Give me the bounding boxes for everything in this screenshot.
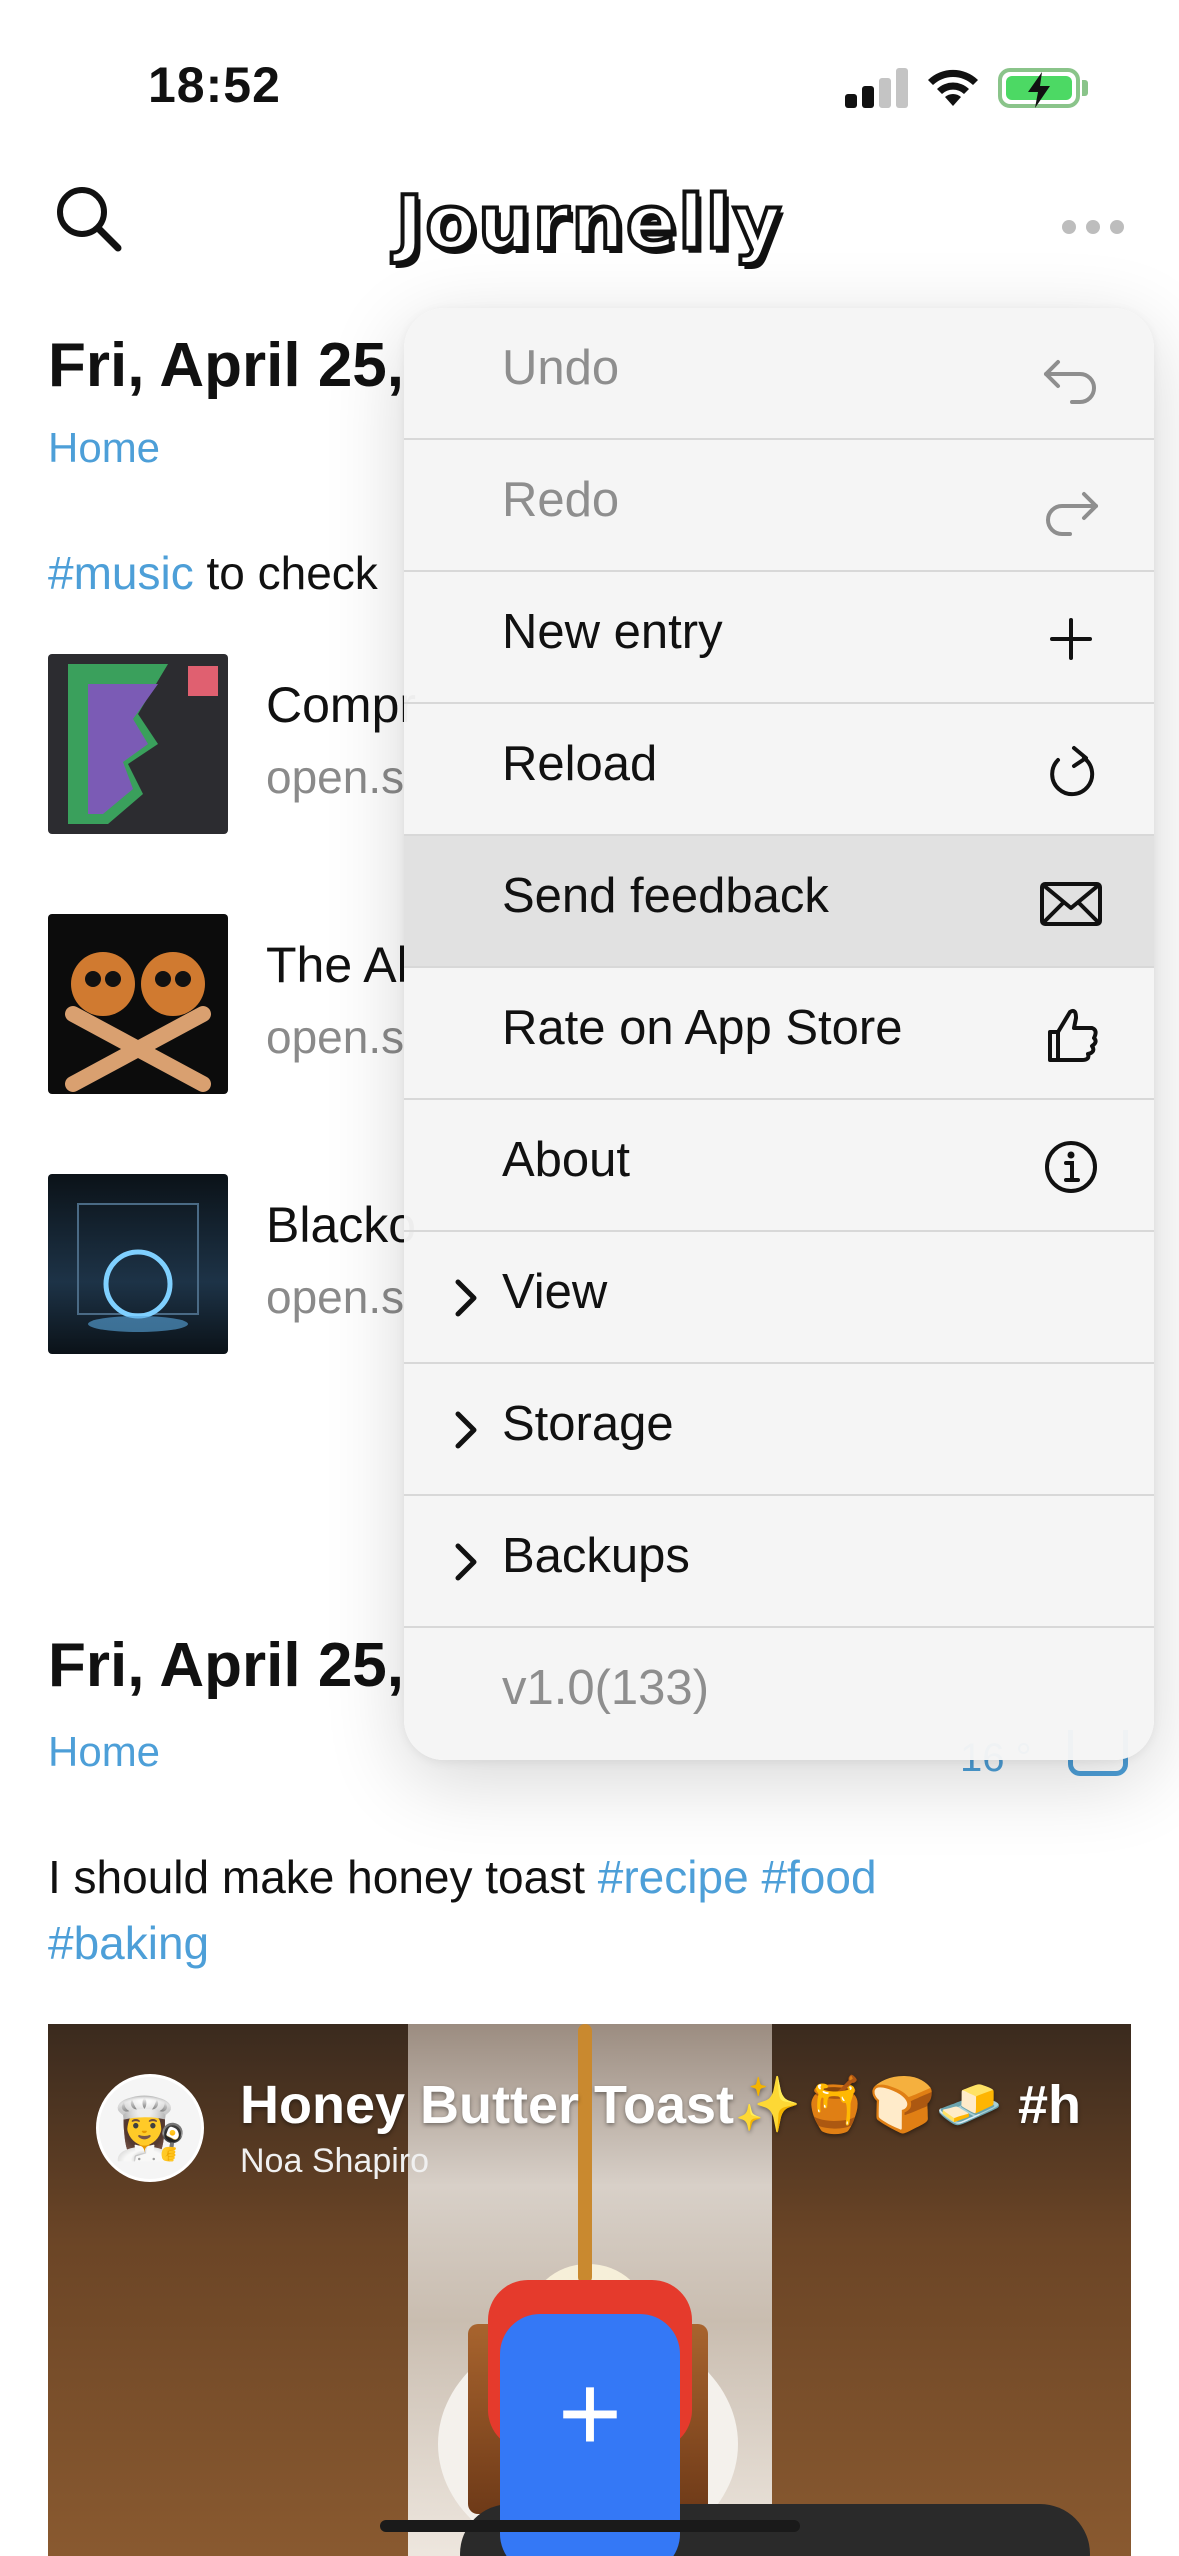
menu-item-send-feedback[interactable]: Send feedback [404,836,1154,968]
link-title: Blacko [266,1197,417,1253]
entry-location[interactable]: Home [48,424,160,472]
menu-item-storage[interactable]: Storage [404,1364,1154,1496]
envelope-icon [1040,882,1102,926]
link-url: open.s [266,1011,405,1063]
video-drizzle [578,2024,592,2284]
entry-date: Fri, April 25, [48,331,405,400]
menu-item-new-entry[interactable]: New entry [404,572,1154,704]
thumbs-up-icon [1048,1008,1098,1062]
entry-text: #music to check [48,540,378,606]
app-version: v1.0(133) [502,1661,710,1715]
menu-item-label: Storage [502,1397,674,1451]
hashtag-baking[interactable]: #baking [48,1917,209,1969]
entry-location[interactable]: Home [48,1728,160,1776]
entry-text: I should make honey toast #recipe #food … [48,1844,877,1976]
status-time: 18:52 [148,57,281,113]
video-title[interactable]: Honey Butter Toast✨🍯🍞🧈 #h [240,2074,1081,2137]
plus-icon [1050,618,1092,660]
entry-text-rest: to check [193,547,378,599]
menu-item-label: View [502,1265,608,1319]
hashtag-food[interactable]: #food [761,1851,876,1903]
album-art-thumbnail [48,1174,228,1354]
more-options-icon[interactable] [1062,220,1124,234]
cellular-signal-icon [845,68,909,108]
app-logo: Journelly [394,178,784,268]
chevron-right-icon [455,1279,477,1317]
channel-avatar[interactable]: 👩‍🍳 [96,2074,204,2182]
menu-item-redo[interactable]: Redo [404,440,1154,572]
overflow-menu: Undo Redo New entry Reload Send feedback [404,308,1154,1760]
menu-item-label: Backups [502,1529,690,1583]
link-url: open.s [266,1271,405,1323]
menu-item-rate-app[interactable]: Rate on App Store [404,968,1154,1100]
entry-date: Fri, April 25, [48,1631,405,1700]
menu-item-backups[interactable]: Backups [404,1496,1154,1628]
battery-tip [1082,80,1088,96]
chevron-right-icon [455,1411,477,1449]
hashtag-recipe[interactable]: #recipe [598,1851,749,1903]
link-title: Compr [266,677,417,733]
hashtag-music[interactable]: #music [48,547,194,599]
menu-item-view[interactable]: View [404,1232,1154,1364]
menu-item-label: Rate on App Store [502,1001,903,1055]
undo-icon [1044,360,1096,404]
album-art-thumbnail [48,914,228,1094]
redo-icon [1046,492,1098,536]
menu-item-label: Redo [502,473,620,527]
link-url: open.s [266,751,405,803]
menu-item-version: v1.0(133) [404,1628,1154,1760]
menu-item-label: New entry [502,605,723,659]
entry-text-plain: I should make honey toast [48,1851,598,1903]
menu-item-about[interactable]: About [404,1100,1154,1232]
wifi-icon [928,69,978,106]
menu-item-label: Undo [502,341,620,395]
menu-item-reload[interactable]: Reload [404,704,1154,836]
link-title: The Al [266,937,408,993]
battery-icon [998,68,1080,108]
chevron-right-icon [455,1543,477,1581]
menu-item-label: Send feedback [502,869,829,923]
app-header: Journelly [0,170,1179,290]
menu-item-label: Reload [502,737,658,791]
menu-item-undo[interactable]: Undo [404,308,1154,440]
album-art-thumbnail [48,654,228,834]
menu-item-label: About [502,1133,631,1187]
status-bar: 18:52 [0,0,1179,170]
reload-icon [1050,746,1095,797]
info-icon [1045,1141,1097,1193]
home-indicator [380,2520,800,2532]
video-channel[interactable]: Noa Shapiro [240,2142,429,2181]
